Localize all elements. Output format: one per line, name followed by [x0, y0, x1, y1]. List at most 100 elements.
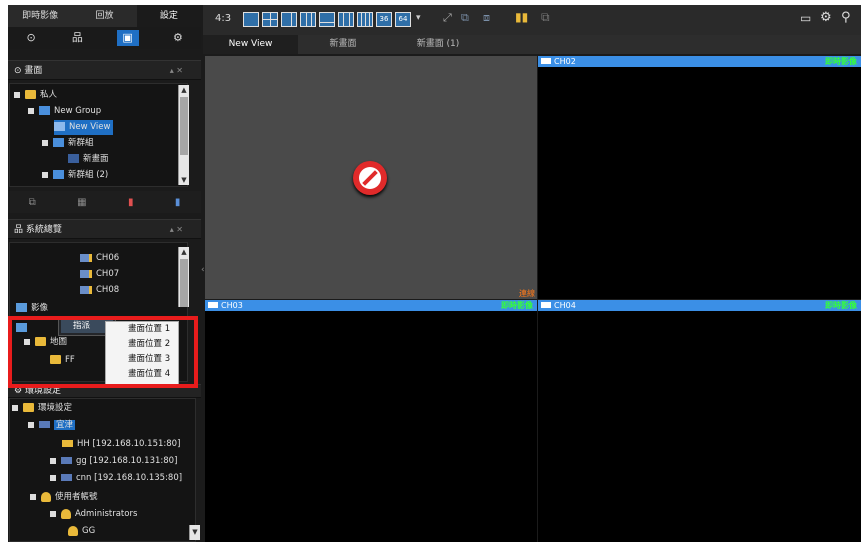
- tree-item-private[interactable]: 私人: [14, 88, 57, 103]
- tree-item-gg[interactable]: gg [192.168.10.131:80]: [50, 454, 177, 469]
- camera-icon: [80, 285, 92, 294]
- tree-item-new-group-3[interactable]: 新群組 (2): [42, 168, 108, 180]
- collapse-icon[interactable]: [28, 107, 34, 114]
- layout-64-button[interactable]: 64: [395, 12, 411, 27]
- scroll-up-icon[interactable]: ▲: [179, 85, 189, 95]
- tree-item-new-group-2[interactable]: 新群組: [42, 136, 94, 151]
- tree-item-new-screen[interactable]: 新畫面: [68, 152, 109, 167]
- env-tree-scrollbar[interactable]: ▼: [189, 525, 200, 540]
- layout-dropdown-icon[interactable]: ▾: [416, 13, 421, 23]
- layout-1x1-button[interactable]: [243, 12, 259, 27]
- layout-icon: [54, 122, 65, 131]
- device-icon: [62, 440, 73, 447]
- collapse-icon[interactable]: [12, 404, 18, 411]
- screen-section-title: 畫面: [24, 66, 43, 76]
- network-icon[interactable]: 品: [70, 31, 84, 45]
- snapshot-icon[interactable]: ⧈: [483, 11, 490, 25]
- tree-item-env-settings[interactable]: 環境設定: [12, 401, 72, 416]
- layout-5x5-button[interactable]: [357, 12, 373, 27]
- section-controls[interactable]: ▴ ✕: [170, 61, 183, 81]
- scroll-down-icon[interactable]: ▼: [190, 527, 200, 537]
- device-icon: [61, 457, 72, 464]
- camera-icon: [80, 269, 92, 278]
- collapse-icon[interactable]: [50, 457, 56, 464]
- screen-section-header[interactable]: ⊙ 畫面 ▴ ✕: [8, 60, 201, 80]
- collapse-icon[interactable]: [14, 91, 20, 98]
- group-icon: [53, 138, 64, 147]
- settings-icon[interactable]: ⚙: [171, 31, 185, 45]
- screen-tree: 私人 New Group New View 新群組 新畫面 新群組 (2): [9, 83, 188, 187]
- channel-status: 即時影像: [825, 301, 857, 310]
- tree-item-images[interactable]: 影像: [16, 301, 48, 316]
- channel-cell-3[interactable]: CH03 即時影像: [205, 300, 537, 542]
- tab-playback[interactable]: 回放: [72, 5, 136, 27]
- scroll-thumb[interactable]: [180, 97, 188, 155]
- system-section-header[interactable]: 品 系統總覽 ▴ ✕: [8, 219, 201, 239]
- layers-icon[interactable]: ⧉: [541, 10, 550, 25]
- add-group-icon[interactable]: ⧉: [29, 197, 36, 208]
- scroll-thumb[interactable]: [180, 259, 188, 307]
- tree-item-administrators[interactable]: Administrators: [50, 507, 137, 522]
- tree-item-hh[interactable]: HH [192.168.10.151:80]: [62, 437, 180, 452]
- no-signal-icon: [353, 161, 387, 195]
- image-icon: [16, 303, 27, 312]
- view-icon[interactable]: ⊙: [24, 31, 38, 45]
- layout-1-plus-7-button[interactable]: [319, 12, 335, 27]
- channel-cell-1[interactable]: 連線: [205, 56, 537, 299]
- aspect-ratio[interactable]: 4:3: [215, 13, 231, 24]
- layout-3x3-button[interactable]: [300, 12, 316, 27]
- layout-36-button[interactable]: 36: [376, 12, 392, 27]
- scroll-down-icon[interactable]: ▼: [179, 175, 189, 185]
- eye-icon: ⊙: [14, 66, 25, 76]
- server-icon: [39, 421, 50, 428]
- tree-item-ch06[interactable]: CH06: [80, 251, 119, 266]
- channel-cell-2[interactable]: CH02 即時影像: [538, 56, 861, 299]
- tree-item-cnn[interactable]: cnn [192.168.10.135:80]: [50, 471, 182, 486]
- map-icon[interactable]: ▣: [116, 30, 139, 46]
- paint-icon[interactable]: ▮: [128, 197, 134, 208]
- layout-toolbar: 4:3 36 64 ▾ ⤢ ⧉ ⧈ ▮▮ ⧉ ▭ ⚙ ⚲: [203, 5, 861, 35]
- channel-footer-status: 連線: [519, 289, 535, 298]
- group-icon: [39, 106, 50, 115]
- system-section-title: 系統總覽: [25, 225, 62, 235]
- screen-tree-scrollbar[interactable]: ▲ ▼: [178, 85, 189, 185]
- tab-settings[interactable]: 設定: [136, 5, 201, 27]
- view-tabs: New View 新畫面 新畫面 (1): [203, 35, 861, 54]
- camera-icon: [541, 58, 551, 64]
- scroll-up-icon[interactable]: ▲: [179, 247, 189, 257]
- device-icon: [61, 474, 72, 481]
- tree-item-server[interactable]: 宜津: [28, 418, 76, 433]
- env-tree: 環境設定 宜津 HH [192.168.10.151:80] gg [192.1…: [9, 398, 196, 542]
- highlight-box: [8, 316, 198, 388]
- fullscreen-icon[interactable]: ⤢: [443, 11, 452, 25]
- system-tree-scrollbar[interactable]: ▲: [178, 247, 189, 307]
- layout-2x2-button[interactable]: [262, 12, 278, 27]
- tree-item-ch08[interactable]: CH08: [80, 283, 119, 298]
- tree-item-new-view[interactable]: New View: [54, 120, 114, 135]
- layout-4x4-button[interactable]: [338, 12, 354, 27]
- tab-live[interactable]: 即時影像: [8, 5, 72, 27]
- tree-item-gg-user[interactable]: GG: [68, 524, 95, 539]
- section-controls[interactable]: ▴ ✕: [170, 220, 183, 240]
- collapse-icon[interactable]: [28, 421, 34, 428]
- channel-cell-4[interactable]: CH04 即時影像: [538, 300, 861, 542]
- tab-new-view[interactable]: New View: [203, 35, 298, 54]
- tree-item-new-group[interactable]: New Group: [28, 104, 101, 119]
- screen-icon[interactable]: ▭: [800, 11, 811, 25]
- tree-item-accounts[interactable]: 使用者帳號: [30, 490, 98, 505]
- collapse-icon[interactable]: [50, 510, 56, 517]
- tab-new-screen-1[interactable]: 新畫面 (1): [388, 35, 488, 54]
- gear-icon[interactable]: ⚙: [820, 10, 832, 25]
- bar-chart-icon[interactable]: ▮▮: [515, 10, 528, 24]
- sequence-icon[interactable]: ⧉: [461, 11, 469, 25]
- delete-icon[interactable]: ▮: [175, 197, 181, 208]
- layout-1-plus-5-button[interactable]: [281, 12, 297, 27]
- tab-new-screen[interactable]: 新畫面: [298, 35, 388, 54]
- tree-item-ch07[interactable]: CH07: [80, 267, 119, 282]
- collapse-icon[interactable]: [30, 493, 36, 500]
- add-view-icon[interactable]: ▦: [77, 197, 86, 208]
- collapse-icon[interactable]: [42, 171, 48, 178]
- collapse-icon[interactable]: [50, 474, 56, 481]
- search-icon[interactable]: ⚲: [841, 10, 851, 25]
- collapse-icon[interactable]: [42, 139, 48, 146]
